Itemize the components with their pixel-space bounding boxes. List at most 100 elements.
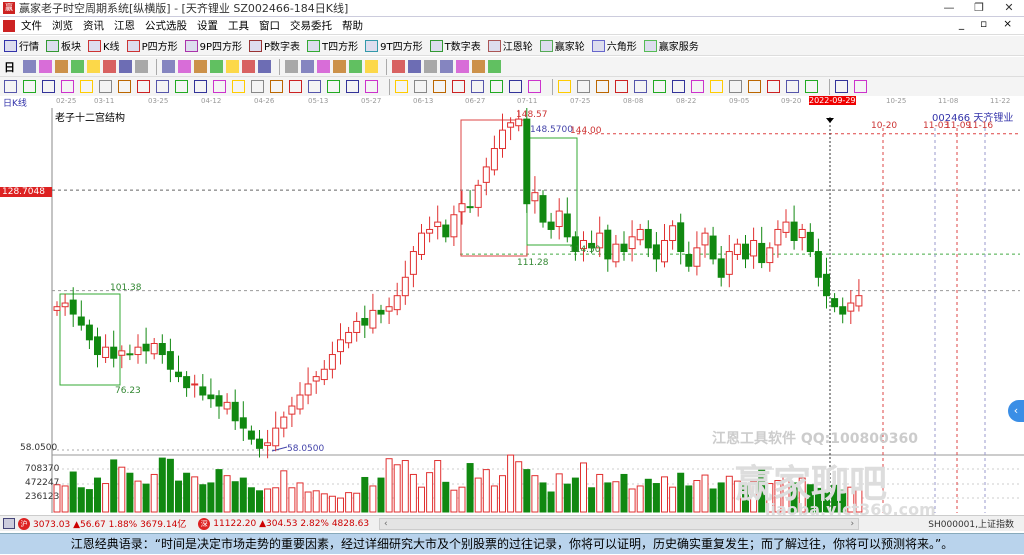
drawing-tool-icon[interactable] [854,80,867,93]
grid-icon[interactable] [3,518,15,529]
drawing-tool-icon[interactable] [80,80,93,93]
chart-tool-icon[interactable] [242,60,255,73]
drawing-tool-icon[interactable] [194,80,207,93]
sz-index-quote[interactable]: 11122.20 ▲304.53 2.82% 4828.63 [213,519,369,529]
restore-button[interactable]: ❐ [964,0,994,16]
drawing-tool-icon[interactable] [137,80,150,93]
sh-index-quote[interactable]: 3073.03 ▲56.67 1.88% 3679.14亿 [33,517,186,530]
drawing-tool-icon[interactable] [213,80,226,93]
chart-tool-icon[interactable] [365,60,378,73]
drawing-tool-icon[interactable] [251,80,264,93]
drawing-tool-icon[interactable] [615,80,628,93]
drawing-tool-icon[interactable] [346,80,359,93]
chart-tool-icon[interactable] [440,60,453,73]
toolbar-5[interactable]: P数字表 [249,38,300,53]
menu-window[interactable]: 窗口 [259,18,280,33]
chart-tool-icon[interactable] [39,60,52,73]
drawing-tool-icon[interactable] [634,80,647,93]
chart-tool-icon[interactable] [178,60,191,73]
chart-tool-icon[interactable] [333,60,346,73]
chart-tool-icon[interactable] [392,60,405,73]
chart-tool-icon[interactable] [55,60,68,73]
chart-tool-icon[interactable] [285,60,298,73]
drawing-tool-icon[interactable] [558,80,571,93]
chart-tool-icon[interactable] [424,60,437,73]
menu-help[interactable]: 帮助 [342,18,363,33]
chart-tool-icon[interactable] [301,60,314,73]
drawing-tool-icon[interactable] [395,80,408,93]
chart-tool-icon[interactable] [210,60,223,73]
drawing-tool-icon[interactable] [365,80,378,93]
drawing-tool-icon[interactable] [577,80,590,93]
drawing-tool-icon[interactable] [653,80,666,93]
toolbar-2[interactable]: K线 [88,38,120,53]
drawing-tool-icon[interactable] [270,80,283,93]
chart-tool-icon[interactable] [162,60,175,73]
drawing-tool-icon[interactable] [99,80,112,93]
toolbar-3[interactable]: P四方形 [126,38,178,53]
toolbar-10[interactable]: 赢家轮 [539,38,585,53]
drawing-tool-icon[interactable] [23,80,36,93]
drawing-tool-icon[interactable] [327,80,340,93]
mdi-minimize-button[interactable]: _ [959,18,964,30]
drawing-tool-icon[interactable] [596,80,609,93]
drawing-tool-icon[interactable] [509,80,522,93]
menu-settings[interactable]: 设置 [197,18,218,33]
toolbar-12[interactable]: 赢家服务 [643,38,699,53]
drawing-tool-icon[interactable] [414,80,427,93]
drawing-tool-icon[interactable] [748,80,761,93]
menu-news[interactable]: 资讯 [83,18,104,33]
close-button[interactable]: ✕ [994,0,1024,16]
chart-tool-icon[interactable] [119,60,132,73]
drawing-tool-icon[interactable] [767,80,780,93]
menu-gann[interactable]: 江恩 [114,18,135,33]
drawing-tool-icon[interactable] [528,80,541,93]
minimize-button[interactable]: — [934,0,964,16]
menu-file[interactable]: 文件 [21,18,42,33]
drawing-tool-icon[interactable] [672,80,685,93]
side-expand-button[interactable]: ‹ [1008,400,1024,422]
drawing-tool-icon[interactable] [156,80,169,93]
index-code[interactable]: SH000001,上证指数 [928,517,1014,530]
drawing-tool-icon[interactable] [452,80,465,93]
chart-tool-icon[interactable] [258,60,271,73]
chart-tool-icon[interactable] [408,60,421,73]
mdi-close-button[interactable]: × [1003,18,1012,30]
drawing-tool-icon[interactable] [308,80,321,93]
drawing-tool-icon[interactable] [471,80,484,93]
horizontal-scrollbar[interactable]: ‹ › [379,517,860,530]
menu-tools[interactable]: 工具 [228,18,249,33]
chart-tool-icon[interactable] [488,60,501,73]
drawing-tool-icon[interactable] [175,80,188,93]
period-selector[interactable]: 日 [4,59,15,75]
chart-tool-icon[interactable] [103,60,116,73]
scroll-right-icon[interactable]: › [850,519,854,529]
drawing-tool-icon[interactable] [805,80,818,93]
chart-tool-icon[interactable] [135,60,148,73]
mdi-restore-button[interactable]: ▫ [980,18,987,30]
toolbar-4[interactable]: 9P四方形 [184,38,242,53]
menu-formula[interactable]: 公式选股 [145,18,187,33]
drawing-tool-icon[interactable] [42,80,55,93]
drawing-tool-icon[interactable] [729,80,742,93]
chart-tool-icon[interactable] [87,60,100,73]
chart-tool-icon[interactable] [226,60,239,73]
chart-tool-icon[interactable] [472,60,485,73]
toolbar-1[interactable]: 板块 [46,38,81,53]
toolbar-11[interactable]: 六角形 [591,38,637,53]
toolbar-8[interactable]: T数字表 [429,38,481,53]
chart-tool-icon[interactable] [349,60,362,73]
scroll-left-icon[interactable]: ‹ [384,519,388,529]
chart-tool-icon[interactable] [71,60,84,73]
drawing-tool-icon[interactable] [710,80,723,93]
menu-browse[interactable]: 浏览 [52,18,73,33]
toolbar-0[interactable]: 行情 [4,38,39,53]
drawing-tool-icon[interactable] [786,80,799,93]
drawing-tool-icon[interactable] [490,80,503,93]
drawing-tool-icon[interactable] [835,80,848,93]
toolbar-9[interactable]: 江恩轮 [487,38,533,53]
chart-tool-icon[interactable] [194,60,207,73]
chart-tool-icon[interactable] [23,60,36,73]
chart-tool-icon[interactable] [317,60,330,73]
app-menu-icon[interactable] [3,19,15,32]
